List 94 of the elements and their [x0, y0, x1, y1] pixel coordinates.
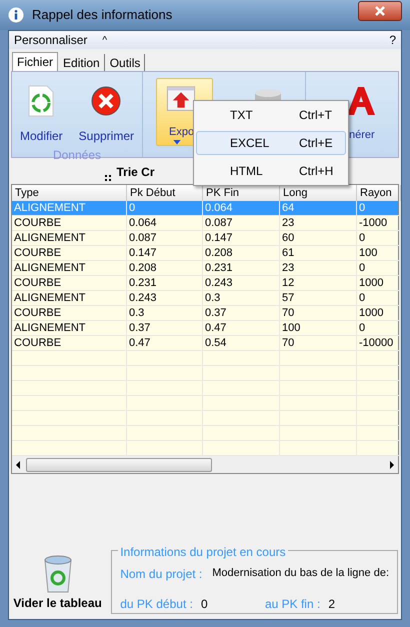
table-cell: COURBE: [12, 336, 127, 351]
table-cell: 0.231: [203, 261, 280, 276]
trash-bin-icon: [42, 554, 74, 594]
table-cell: 0: [357, 201, 401, 216]
table-cell: 64: [280, 201, 357, 216]
table-row[interactable]: COURBE 0.147 0.208 61 100: [12, 246, 398, 261]
scroll-left-icon: [16, 460, 20, 468]
menu-item[interactable]: EXCEL Ctrl+E: [196, 131, 346, 155]
table-cell: 0.37: [203, 306, 280, 321]
horizontal-scrollbar[interactable]: [12, 456, 398, 473]
table-row[interactable]: ALIGNEMENT 0.208 0.231 23 0: [12, 261, 398, 276]
table-cell: 23: [280, 261, 357, 276]
table-cell: 0.37: [127, 321, 203, 336]
table-cell: -10000: [357, 336, 401, 351]
empty-cell: [357, 351, 401, 366]
table-row[interactable]: ALIGNEMENT 0.37 0.47 100 0: [12, 321, 398, 336]
table-cell: 70: [280, 336, 357, 351]
table-cell: 0.47: [127, 336, 203, 351]
sort-label: Trie Cr: [116, 164, 154, 181]
caret-icon: [173, 140, 181, 145]
ribbon-button[interactable]: Supprimer: [76, 84, 137, 146]
table-cell: 0.208: [127, 261, 203, 276]
window-title: Rappel des informations: [32, 6, 174, 24]
field-label: du PK début :: [120, 596, 193, 613]
table-cell: 0.087: [203, 216, 280, 231]
table-cell: ALIGNEMENT: [12, 261, 127, 276]
field-label: Nom du projet :: [120, 566, 202, 583]
group-label: Données: [52, 147, 102, 164]
table-cell: 0: [357, 291, 401, 306]
clear-table-button[interactable]: Vider le tableau: [12, 554, 104, 615]
table-cell: 100: [280, 321, 357, 336]
table-cell: 0.147: [203, 231, 280, 246]
table-cell: 0.243: [127, 291, 203, 306]
table-row[interactable]: COURBE 0.47 0.54 70 -10000: [12, 336, 398, 351]
table-cell: COURBE: [12, 216, 127, 231]
table-cell: 0.064: [203, 201, 280, 216]
table-cell: 12: [280, 276, 357, 291]
table-cell: COURBE: [12, 276, 127, 291]
table-cell: 0: [357, 231, 401, 246]
table-cell: 0.3: [127, 306, 203, 321]
table-cell: 60: [280, 231, 357, 246]
table-cell: 70: [280, 306, 357, 321]
close-icon: [375, 6, 385, 16]
help-button[interactable]: ?: [389, 31, 396, 49]
table-cell: ALIGNEMENT: [12, 291, 127, 306]
table-cell: -1000: [357, 216, 401, 231]
table-cell: ALIGNEMENT: [12, 321, 127, 336]
empty-cell: [357, 411, 401, 426]
table-cell: 100: [357, 246, 401, 261]
empty-cell: [357, 366, 401, 381]
table-cell: ALIGNEMENT: [12, 231, 127, 246]
table-cell: 0: [357, 261, 401, 276]
table-cell: 0.243: [203, 276, 280, 291]
field-value: 2: [328, 596, 336, 613]
table-cell: 1000: [357, 276, 401, 291]
project-name: Modernisation du bas de la ligne de:: [212, 566, 389, 581]
table-cell: 61: [280, 246, 357, 261]
scroll-right-icon: [390, 460, 394, 468]
table-row[interactable]: COURBE 0.231 0.243 12 1000: [12, 276, 398, 291]
table-row[interactable]: COURBE 0.3 0.37 70 1000: [12, 306, 398, 321]
table-cell: 1000: [357, 306, 401, 321]
table-cell: 0.54: [203, 336, 280, 351]
table-cell: 0: [357, 321, 401, 336]
delete-icon: [90, 85, 122, 117]
table-cell: 0.087: [127, 231, 203, 246]
table-cell: ALIGNEMENT: [12, 201, 127, 216]
collapse-toggle[interactable]: ^: [102, 32, 108, 48]
table-cell: 57: [280, 291, 357, 306]
table-row[interactable]: COURBE 0.064 0.087 23 -1000: [12, 216, 398, 231]
table-cell: COURBE: [12, 246, 127, 261]
menu-item[interactable]: Personnaliser: [14, 31, 88, 49]
field-value: 0: [200, 596, 209, 613]
sort-icon: [105, 175, 112, 181]
empty-cell: [357, 396, 401, 411]
field-label: au PK fin :: [264, 596, 320, 613]
table-cell: 0: [127, 201, 203, 216]
table-cell: 0.208: [203, 246, 280, 261]
table-cell: 0.231: [127, 276, 203, 291]
close-button[interactable]: [358, 1, 402, 21]
table-cell: 0.147: [127, 246, 203, 261]
table-cell: 0.3: [203, 291, 280, 306]
menu-item[interactable]: HTML Ctrl+H: [196, 159, 346, 183]
ribbon-button[interactable]: Modifier: [16, 84, 66, 146]
info-icon: [8, 7, 24, 23]
table-cell: 0.47: [203, 321, 280, 336]
ribbon-tab[interactable]: Fichier: [12, 52, 58, 71]
empty-cell: [357, 426, 401, 441]
empty-cell: [357, 381, 401, 396]
table-cell: 23: [280, 216, 357, 231]
scroll-thumb[interactable]: [26, 458, 212, 472]
table-cell: 0.064: [127, 216, 203, 231]
table-cell: COURBE: [12, 306, 127, 321]
table-row[interactable]: ALIGNEMENT 0.243 0.3 57 0: [12, 291, 398, 306]
table-row[interactable]: ALIGNEMENT 0.087 0.147 60 0: [12, 231, 398, 246]
